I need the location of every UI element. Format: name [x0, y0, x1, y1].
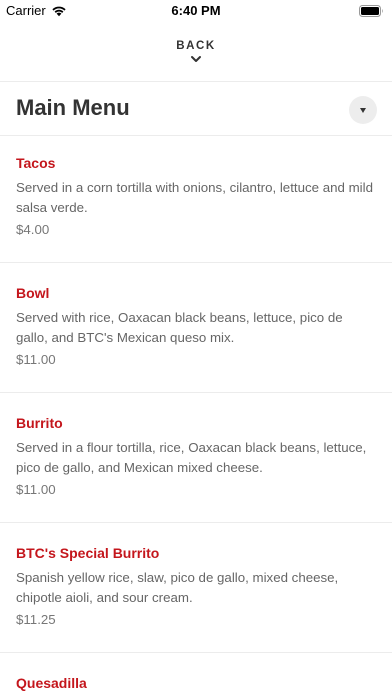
menu-item-description: Spanish yellow rice, slaw, pico de gallo… — [16, 570, 339, 605]
menu-item[interactable]: Bowl Served with rice, Oaxacan black bea… — [0, 265, 392, 395]
menu-item-description: Served in a corn tortilla with onions, c… — [16, 180, 373, 215]
menu-item-description: Served in a flour tortilla, rice, Oaxaca… — [16, 440, 367, 475]
back-button[interactable]: BACK — [0, 36, 392, 76]
menu-item[interactable]: Quesadilla — [0, 655, 392, 696]
menu-item-price: $11.00 — [16, 482, 56, 497]
menu-dropdown-button[interactable] — [349, 96, 377, 124]
menu-header: Main Menu — [0, 82, 392, 136]
menu-item-description: Served with rice, Oaxacan black beans, l… — [16, 310, 343, 345]
battery-icon — [359, 5, 383, 17]
status-time: 6:40 PM — [171, 3, 221, 18]
menu-item-price: $11.00 — [16, 352, 56, 367]
menu-item[interactable]: Tacos Served in a corn tortilla with oni… — [0, 135, 392, 265]
menu-item-name: Burrito — [16, 415, 63, 431]
back-label: BACK — [176, 40, 216, 52]
divider — [0, 652, 392, 653]
menu-item-name: BTC's Special Burrito — [16, 545, 160, 561]
menu-item-name: Tacos — [16, 155, 56, 171]
divider — [0, 392, 392, 393]
menu-item-name: Quesadilla — [16, 675, 87, 691]
status-bar: Carrier 6:40 PM — [0, 0, 392, 22]
menu-title: Main Menu — [16, 95, 130, 120]
menu-item-price: $11.25 — [16, 612, 56, 627]
divider — [0, 262, 392, 263]
menu-item[interactable]: BTC's Special Burrito Spanish yellow ric… — [0, 525, 392, 655]
screen: Carrier 6:40 PM BACK Main Menu Tacos Ser… — [0, 0, 392, 696]
menu-item-price: $4.00 — [16, 222, 50, 237]
menu-item[interactable]: Burrito Served in a flour tortilla, rice… — [0, 395, 392, 525]
menu-item-name: Bowl — [16, 285, 50, 301]
divider — [0, 522, 392, 523]
caret-down-icon — [360, 107, 366, 113]
